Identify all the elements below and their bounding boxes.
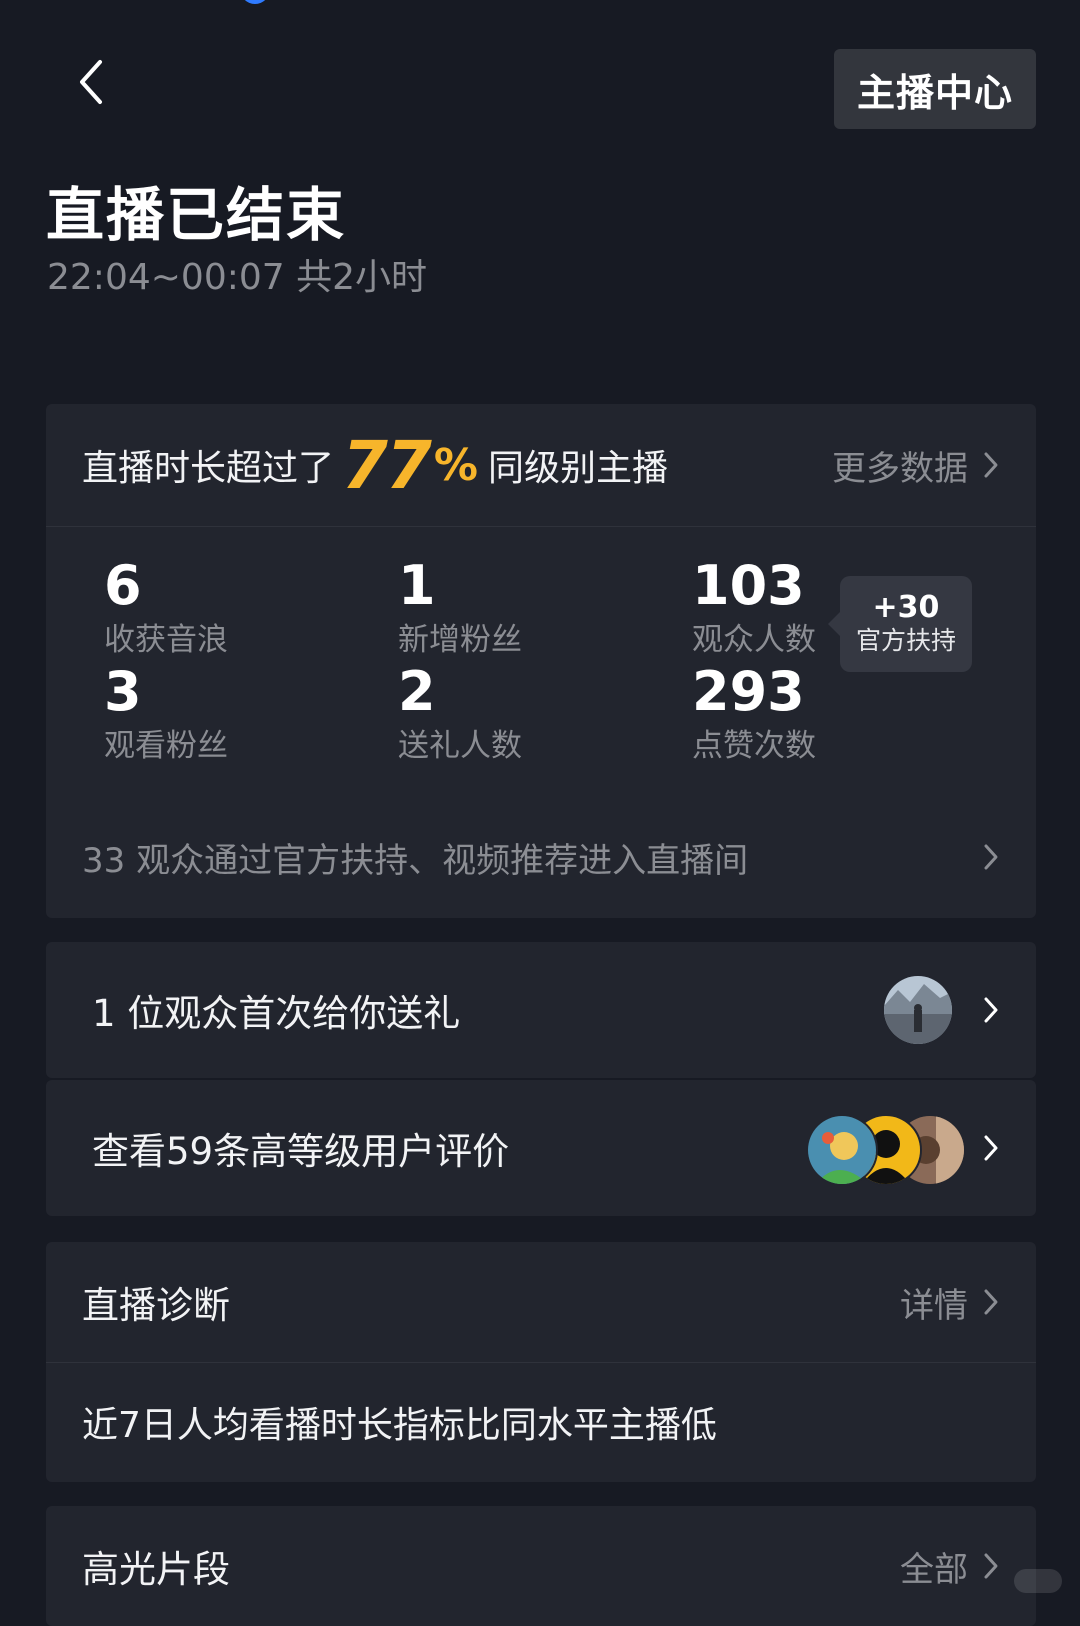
- diagnosis-header: 直播诊断 详情: [46, 1242, 1036, 1363]
- metric-label: 送礼人数: [398, 728, 522, 764]
- watermark-logo: [1014, 1569, 1062, 1593]
- metric-value: 3: [104, 660, 142, 723]
- details-label: 详情: [900, 1285, 968, 1326]
- boost-value: +30: [872, 590, 940, 625]
- metric-value: 1: [398, 554, 436, 617]
- user-reviews-text: 查看59条高等级用户评价: [92, 1130, 510, 1173]
- summary-text: 直播时长超过了 77 % 同级别主播: [82, 404, 668, 526]
- live-diagnosis-card: 直播诊断 详情 近7日人均看播时长指标比同水平主播低: [46, 1242, 1036, 1482]
- back-button[interactable]: [66, 52, 116, 112]
- top-bar: 主播中心: [0, 0, 1080, 140]
- metric-label: 点赞次数: [692, 728, 816, 764]
- metric-value: 293: [692, 660, 805, 723]
- page-title: 直播已结束: [46, 181, 347, 249]
- summary-suffix: 同级别主播: [487, 448, 668, 489]
- metric-value: 6: [104, 554, 142, 617]
- chevron-right-icon: [984, 1553, 998, 1579]
- percent-sign: %: [433, 439, 478, 491]
- metric-likes: 293 点赞次数: [692, 662, 932, 766]
- highlights-title: 高光片段: [82, 1548, 230, 1591]
- chevron-right-icon: [984, 844, 998, 870]
- cartoon-avatar-image: [808, 1116, 876, 1184]
- metric-label: 观看粉丝: [104, 728, 228, 764]
- avatar: [806, 1114, 878, 1186]
- chevron-left-icon: [80, 60, 102, 104]
- highlights-card: 高光片段 全部: [46, 1506, 1036, 1626]
- chevron-right-icon: [984, 997, 998, 1023]
- metric-label: 收获音浪: [104, 622, 228, 658]
- metric-new-fans: 1 新增粉丝: [398, 556, 638, 660]
- boost-label: 官方扶持: [855, 626, 956, 655]
- traffic-source-text: 33 观众通过官方扶持、视频推荐进入直播间: [82, 840, 749, 881]
- more-data-link[interactable]: 更多数据: [832, 404, 1000, 526]
- user-reviews-row[interactable]: 查看59条高等级用户评价: [46, 1080, 1036, 1216]
- official-boost-badge: +30 官方扶持: [828, 576, 972, 672]
- live-stats-card: 直播时长超过了 77 % 同级别主播 更多数据 6 收获音浪 1 新增粉丝 10…: [46, 404, 1036, 918]
- metric-value: 2: [398, 660, 436, 723]
- highlights-all-link[interactable]: 全部: [900, 1506, 1000, 1626]
- diagnosis-details-link[interactable]: 详情: [900, 1242, 1000, 1362]
- duration-summary: 直播时长超过了 77 % 同级别主播 更多数据: [46, 404, 1036, 527]
- all-label: 全部: [900, 1549, 968, 1590]
- traffic-source-row[interactable]: 33 观众通过官方扶持、视频推荐进入直播间: [46, 812, 1036, 902]
- anchor-center-button[interactable]: 主播中心: [834, 49, 1036, 129]
- first-gift-row[interactable]: 1 位观众首次给你送礼: [46, 942, 1036, 1078]
- landscape-avatar-image: [884, 976, 952, 1044]
- percent-value: 77: [342, 426, 432, 504]
- summary-prefix: 直播时长超过了: [82, 448, 335, 489]
- metric-watching-fans: 3 观看粉丝: [104, 662, 344, 766]
- avatar: [882, 974, 954, 1046]
- chevron-right-icon: [984, 452, 998, 478]
- metric-label: 新增粉丝: [398, 622, 522, 658]
- metric-sound-waves: 6 收获音浪: [104, 556, 344, 660]
- chevron-right-icon: [984, 1289, 998, 1315]
- more-data-label: 更多数据: [832, 448, 968, 489]
- chevron-right-icon: [984, 1135, 998, 1161]
- diagnosis-title: 直播诊断: [82, 1284, 230, 1327]
- metric-gift-senders: 2 送礼人数: [398, 662, 638, 766]
- diagnosis-message: 近7日人均看播时长指标比同水平主播低: [82, 1405, 717, 1446]
- first-gift-text: 1 位观众首次给你送礼: [92, 992, 461, 1035]
- status-indicator: [240, 0, 270, 4]
- live-time-range: 22:04~00:07 共2小时: [47, 257, 428, 298]
